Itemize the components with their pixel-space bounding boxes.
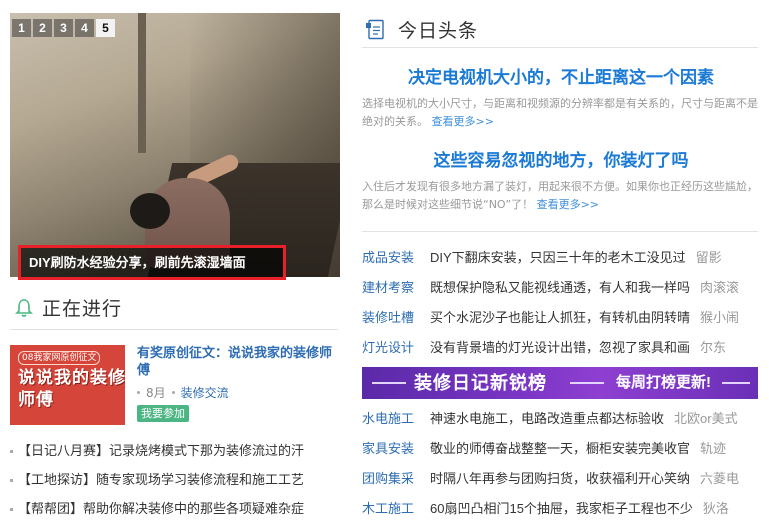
top-story-title-link[interactable]: 决定电视机大小的，不止距离这一个因素 <box>362 67 760 89</box>
banner-main-text: 装修日记新锐榜 <box>414 373 547 393</box>
slider-page-4[interactable]: 4 <box>75 19 94 37</box>
article-link[interactable]: 既想保护隐私又能视线通透，有人和我一样吗 <box>430 280 690 295</box>
top-story: 这些容易忽视的地方，你装灯了吗 入住后才发现有很多地方漏了装灯，用起来很不方便。… <box>362 150 760 214</box>
top-story: 决定电视机大小的，不止距离这一个因素 选择电视机的大小尺寸，与距离和视频源的分辨… <box>362 67 760 131</box>
bell-icon <box>15 298 33 318</box>
author-link[interactable]: 北欧or美式 <box>674 409 738 429</box>
promo-meta: 8月 装修交流 <box>137 384 229 401</box>
author-link[interactable]: 六菱电 <box>700 469 739 489</box>
list-item: 木工施工 60扇凹凸相门15个抽屉，我家柜子工程也不少 狄洛 <box>362 499 762 525</box>
author-link[interactable]: 狄洛 <box>703 499 729 519</box>
list-item: 团购集采 时隔八年再参与团购扫货，收获福利开心笑纳 六菱电 <box>362 469 762 499</box>
promo-image[interactable]: 08我家网原创征文 说说我的装修师傅 <box>10 345 125 425</box>
category-link[interactable]: 建材考察 <box>362 278 430 298</box>
see-more-link[interactable]: 查看更多>> <box>432 115 494 128</box>
author-link[interactable]: 肉滚滚 <box>700 278 739 298</box>
category-link[interactable]: 团购集采 <box>362 469 430 489</box>
promo-image-tag: 08我家网原创征文 <box>18 351 101 365</box>
join-button[interactable]: 我要参加 <box>137 405 189 422</box>
slider-page-3[interactable]: 3 <box>54 19 73 37</box>
list-item: 建材考察 既想保护隐私又能视线通透，有人和我一样吗 肉滚滚 <box>362 278 762 308</box>
promo-month: 8月 <box>146 386 166 400</box>
meta-dot <box>171 391 175 394</box>
article-link[interactable]: 神速水电施工，电路改造重点都达标验收 <box>430 411 664 426</box>
slider-pagination: 1 2 3 4 5 <box>12 19 115 37</box>
article-link[interactable]: 没有背景墙的灯光设计出错，忽视了家具和画 <box>430 340 690 355</box>
list-item[interactable]: 【日记八月赛】记录烧烤模式下那为装修流过的汗 <box>10 441 340 470</box>
category-link[interactable]: 木工施工 <box>362 499 430 519</box>
banner-sub-text: 每周打榜更新! <box>616 374 711 391</box>
newspaper-icon <box>365 19 386 41</box>
list-item: 灯光设计 没有背景墙的灯光设计出错，忽视了家具和画 尔东 <box>362 338 762 368</box>
headlines-list-divider <box>362 231 758 232</box>
activity-news-list: 【日记八月赛】记录烧烤模式下那为装修流过的汗 【工地探访】随专家现场学习装修流程… <box>10 441 340 525</box>
promo-category-link[interactable]: 装修交流 <box>181 384 229 401</box>
list-item: 家具安装 敬业的师傅奋战整整一天，橱柜安装完美收官 轨迹 <box>362 439 762 469</box>
author-link[interactable]: 轨迹 <box>700 439 726 459</box>
headlines-header: 今日头条 <box>365 16 478 43</box>
in-progress-header: 正在进行 <box>15 294 122 321</box>
in-progress-title: 正在进行 <box>42 299 123 320</box>
in-progress-divider <box>10 329 338 330</box>
banner-arrow-decoration <box>372 382 406 384</box>
slider-photo-head <box>130 193 170 229</box>
category-link[interactable]: 装修吐槽 <box>362 308 430 328</box>
headlines-divider <box>362 47 758 48</box>
author-link[interactable]: 猴小闹 <box>700 308 739 328</box>
diary-ranking-banner[interactable]: 装修日记新锐榜 每周打榜更新! <box>362 367 758 399</box>
article-link[interactable]: 时隔八年再参与团购扫货，收获福利开心笑纳 <box>430 471 690 486</box>
featured-slider[interactable] <box>10 13 340 277</box>
article-link[interactable]: 买个水泥沙子也能让人抓狂，有转机由阴转晴 <box>430 310 690 325</box>
author-link[interactable]: 尔东 <box>700 338 726 358</box>
top-story-summary-text: 选择电视机的大小尺寸，与距离和视频源的分辨率都是有关系的，尺寸与距离不是绝对的关… <box>362 97 758 128</box>
headlines-title: 今日头条 <box>398 21 479 42</box>
top-story-summary: 入住后才发现有很多地方漏了装灯，用起来很不方便。如果你也正经历这些尴尬，那么是时… <box>362 178 760 214</box>
category-link[interactable]: 家具安装 <box>362 439 430 459</box>
promo-title-link[interactable]: 有奖原创征文：说说我家的装修师傅 <box>137 344 337 378</box>
slider-photo-pipe <box>138 13 146 153</box>
slider-page-5[interactable]: 5 <box>96 19 115 37</box>
article-link[interactable]: 60扇凹凸相门15个抽屉，我家柜子工程也不少 <box>430 501 693 516</box>
category-link[interactable]: 灯光设计 <box>362 338 430 358</box>
category-link[interactable]: 水电施工 <box>362 409 430 429</box>
diary-list-top: 成品安装 DIY下翻床安装，只因三十年的老木工没见过 留影 建材考察 既想保护隐私又能… <box>362 248 762 368</box>
slider-caption[interactable]: DIY刷防水经验分享，刷前先滚湿墙面 <box>18 245 286 280</box>
list-item: 装修吐槽 买个水泥沙子也能让人抓狂，有转机由阴转晴 猴小闹 <box>362 308 762 338</box>
list-item: 成品安装 DIY下翻床安装，只因三十年的老木工没见过 留影 <box>362 248 762 278</box>
category-link[interactable]: 成品安装 <box>362 248 430 268</box>
author-link[interactable]: 留影 <box>696 248 722 268</box>
list-item[interactable]: 【帮帮团】帮助你解决装修中的那些各项疑难杂症 <box>10 499 340 525</box>
list-item: 水电施工 神速水电施工，电路改造重点都达标验收 北欧or美式 <box>362 409 762 439</box>
slider-page-2[interactable]: 2 <box>33 19 52 37</box>
top-story-title-link[interactable]: 这些容易忽视的地方，你装灯了吗 <box>362 150 760 172</box>
promo-image-text: 说说我的装修师傅 <box>18 368 125 409</box>
see-more-link[interactable]: 查看更多>> <box>537 198 599 211</box>
list-item[interactable]: 【工地探访】随专家现场学习装修流程和施工工艺 <box>10 470 340 499</box>
meta-dot <box>137 391 140 394</box>
diary-list-bottom: 水电施工 神速水电施工，电路改造重点都达标验收 北欧or美式 家具安装 敬业的师傅奋战… <box>362 409 762 525</box>
article-link[interactable]: DIY下翻床安装，只因三十年的老木工没见过 <box>430 250 686 265</box>
article-link[interactable]: 敬业的师傅奋战整整一天，橱柜安装完美收官 <box>430 441 690 456</box>
slider-page-1[interactable]: 1 <box>12 19 31 37</box>
top-story-summary: 选择电视机的大小尺寸，与距离和视频源的分辨率都是有关系的，尺寸与距离不是绝对的关… <box>362 95 760 131</box>
banner-arrow-decoration <box>722 382 750 384</box>
banner-arrow-decoration <box>570 382 604 384</box>
